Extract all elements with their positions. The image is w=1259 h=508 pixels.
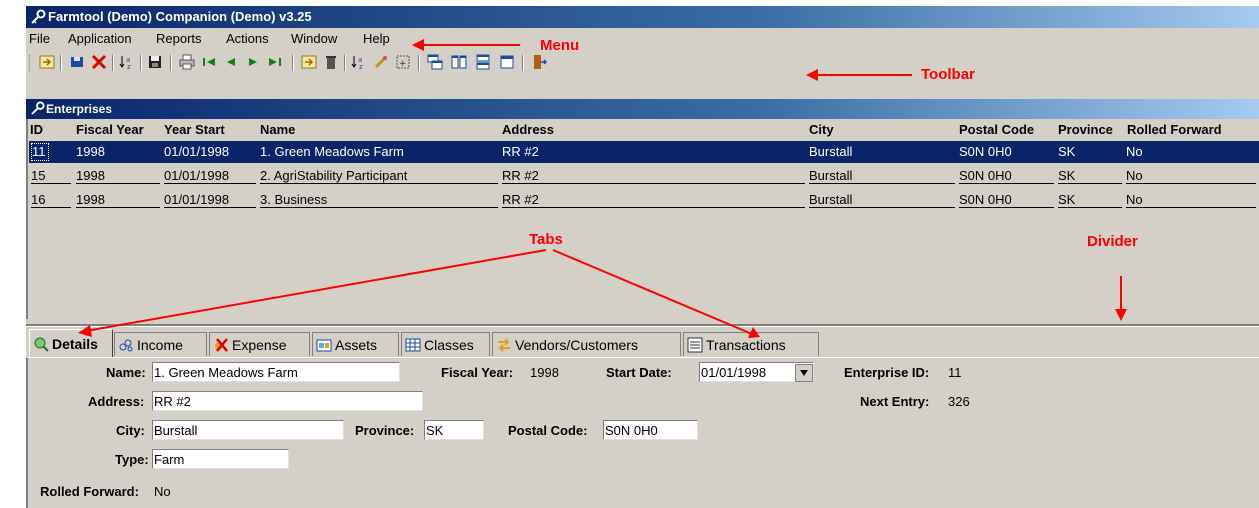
annotation-tabs: Tabs xyxy=(529,231,563,248)
annotation-overlay xyxy=(78,39,1127,338)
annotation-divider: Divider xyxy=(1087,233,1138,250)
annotation-menu: Menu xyxy=(540,37,580,54)
annotation-toolbar: Toolbar xyxy=(921,66,975,83)
tabs-arrowhead-left xyxy=(78,325,92,337)
menu-arrowhead xyxy=(412,39,424,51)
tabs-arrow-left xyxy=(85,249,547,332)
toolbar-arrowhead xyxy=(806,69,818,81)
tabs-arrow-right xyxy=(552,249,753,335)
divider-arrowhead xyxy=(1115,309,1127,321)
